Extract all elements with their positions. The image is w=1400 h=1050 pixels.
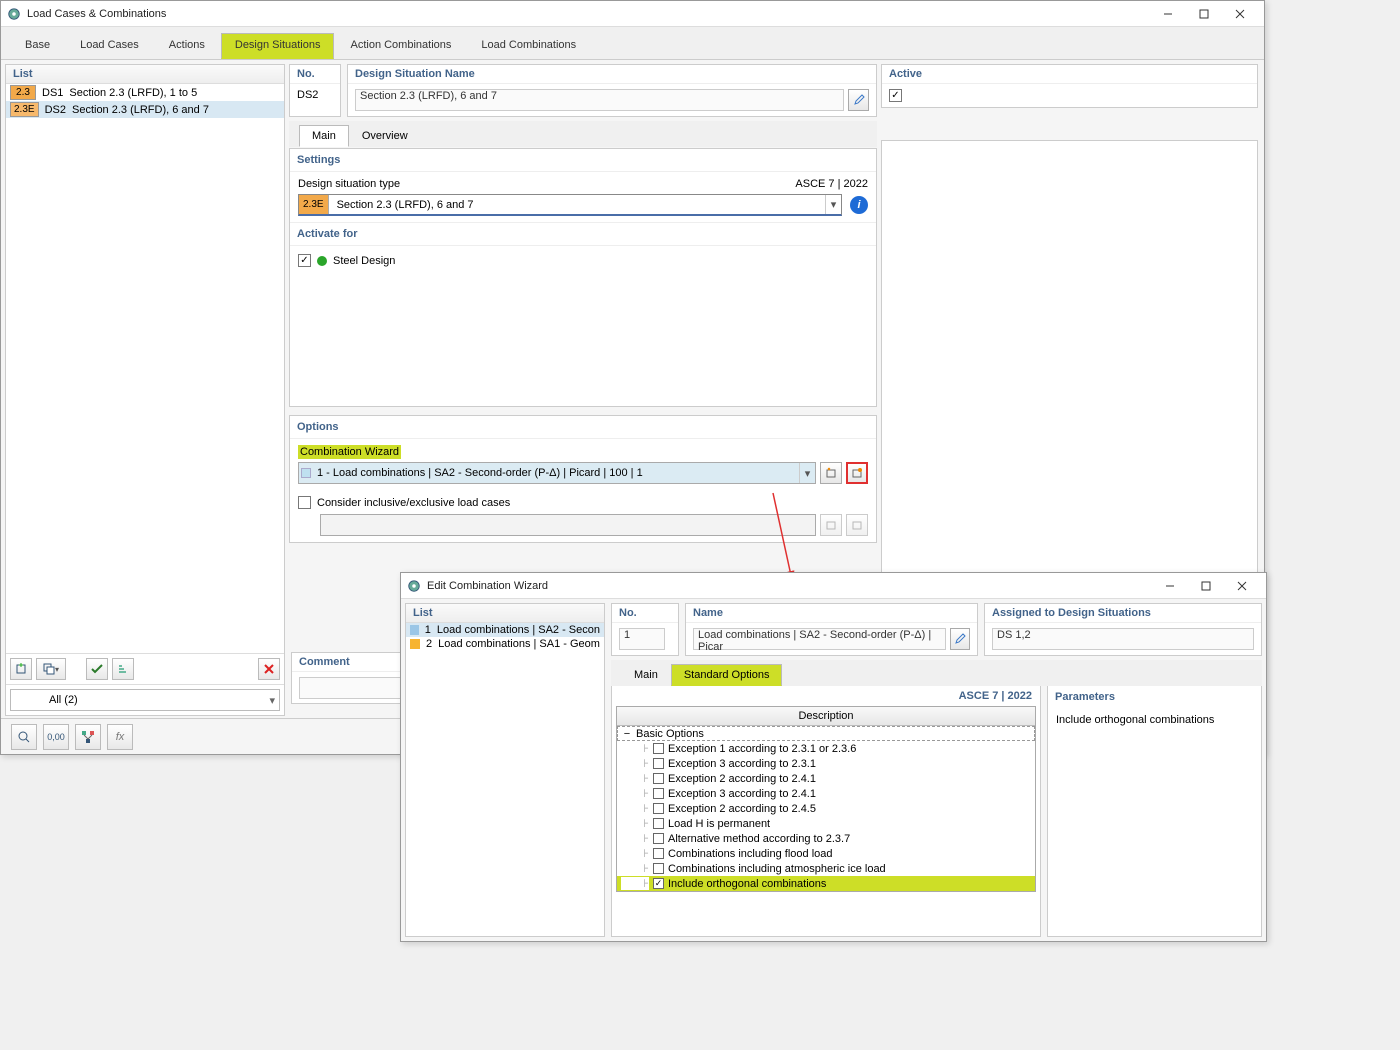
list-filter-combo[interactable]: All (2) ▾ bbox=[10, 689, 280, 711]
tree-item[interactable]: ⊦Exception 3 according to 2.4.1 bbox=[617, 786, 1035, 801]
close-button[interactable] bbox=[1222, 2, 1258, 26]
assigned-box: Assigned to Design Situations DS 1,2 bbox=[984, 603, 1262, 656]
maximize-button[interactable] bbox=[1188, 574, 1224, 598]
inclusive-dropdown[interactable] bbox=[320, 514, 816, 536]
list-panel: List 2.3 DS1 Section 2.3 (LRFD), 1 to 5 … bbox=[5, 64, 285, 716]
wizard-list-item-1[interactable]: 1 Load combinations | SA2 - Secon bbox=[406, 623, 604, 637]
list-item-ds2[interactable]: 2.3E DS2 Section 2.3 (LRFD), 6 and 7 bbox=[6, 101, 284, 118]
sort-button[interactable] bbox=[112, 658, 134, 680]
no-box: No. DS2 bbox=[289, 64, 341, 117]
edit-inclusive-button[interactable] bbox=[846, 514, 868, 536]
code-label: ASCE 7 | 2022 bbox=[795, 178, 868, 190]
tree-item[interactable]: ⊦Load H is permanent bbox=[617, 816, 1035, 831]
window-title: Edit Combination Wizard bbox=[427, 580, 1152, 592]
tree-item[interactable]: ⊦Combinations including atmospheric ice … bbox=[617, 861, 1035, 876]
edit-wizard-name-button[interactable] bbox=[950, 628, 970, 650]
active-box: Active ✓ bbox=[881, 64, 1258, 108]
delete-button[interactable] bbox=[258, 658, 280, 680]
new-item-button[interactable] bbox=[10, 658, 32, 680]
tab-action-combinations[interactable]: Action Combinations bbox=[336, 33, 465, 59]
minimize-button[interactable] bbox=[1150, 2, 1186, 26]
tab-base[interactable]: Base bbox=[11, 33, 64, 59]
color-swatch-icon bbox=[410, 639, 420, 649]
detail-tabs: Main Overview bbox=[289, 121, 877, 147]
description-header: Description bbox=[617, 707, 1035, 726]
app-icon bbox=[7, 7, 21, 21]
ds-type-dropdown[interactable]: 2.3E Section 2.3 (LRFD), 6 and 7 ▾ bbox=[298, 194, 842, 216]
check-button[interactable] bbox=[86, 658, 108, 680]
color-swatch-icon bbox=[410, 625, 419, 635]
list-header: List bbox=[6, 65, 284, 84]
edit-wizard-button[interactable] bbox=[846, 462, 868, 484]
steel-design-checkbox[interactable]: ✓ Steel Design bbox=[298, 252, 868, 269]
combination-wizard-label: Combination Wizard bbox=[298, 445, 401, 459]
tree-item[interactable]: ⊦Exception 3 according to 2.3.1 bbox=[617, 756, 1035, 771]
wizard-name-box: Name Load combinations | SA2 - Second-or… bbox=[685, 603, 978, 656]
search-button[interactable] bbox=[11, 724, 37, 750]
parameters-header: Parameters bbox=[1048, 686, 1261, 708]
combination-wizard-dropdown[interactable]: 1 - Load combinations | SA2 - Second-ord… bbox=[298, 462, 816, 484]
edit-name-button[interactable] bbox=[848, 89, 869, 111]
active-checkbox[interactable]: ✓ bbox=[889, 89, 902, 102]
assigned-input[interactable]: DS 1,2 bbox=[992, 628, 1254, 650]
titlebar[interactable]: Load Cases & Combinations bbox=[1, 1, 1264, 27]
list-item-ds1[interactable]: 2.3 DS1 Section 2.3 (LRFD), 1 to 5 bbox=[6, 84, 284, 101]
options-section: Options Combination Wizard 1 - Load comb… bbox=[289, 415, 877, 543]
main-tabs: Base Load Cases Actions Design Situation… bbox=[1, 27, 1264, 60]
wizard-no-input[interactable]: 1 bbox=[619, 628, 665, 650]
wizard-tab-standard-options[interactable]: Standard Options bbox=[671, 664, 783, 686]
tab-design-situations[interactable]: Design Situations bbox=[221, 33, 335, 59]
tree-item[interactable]: ⊦Combinations including flood load bbox=[617, 846, 1035, 861]
tree-item[interactable]: ⊦Exception 2 according to 2.4.5 bbox=[617, 801, 1035, 816]
no-value: DS2 bbox=[297, 89, 318, 101]
tab-actions[interactable]: Actions bbox=[155, 33, 219, 59]
green-dot-icon bbox=[317, 256, 327, 266]
app-icon bbox=[407, 579, 421, 593]
consider-inclusive-checkbox[interactable]: Consider inclusive/exclusive load cases bbox=[298, 494, 868, 511]
wizard-subtabs: Main Standard Options bbox=[611, 660, 1262, 686]
subtab-main[interactable]: Main bbox=[299, 125, 349, 147]
ds-name-box: Design Situation Name Section 2.3 (LRFD)… bbox=[347, 64, 877, 117]
tree-button[interactable] bbox=[75, 724, 101, 750]
ds-name-input[interactable]: Section 2.3 (LRFD), 6 and 7 bbox=[355, 89, 844, 111]
edit-wizard-window: Edit Combination Wizard List 1 Load comb… bbox=[400, 572, 1267, 942]
tab-load-combinations[interactable]: Load Combinations bbox=[467, 33, 590, 59]
close-button[interactable] bbox=[1224, 574, 1260, 598]
wizard-tab-main[interactable]: Main bbox=[621, 664, 671, 686]
titlebar[interactable]: Edit Combination Wizard bbox=[401, 573, 1266, 599]
parameters-value: Include orthogonal combinations bbox=[1048, 708, 1261, 732]
activate-for-header: Activate for bbox=[290, 222, 876, 246]
copy-item-button[interactable]: ▾ bbox=[36, 658, 66, 680]
wizard-list-item-2[interactable]: 2 Load combinations | SA1 - Geom bbox=[406, 637, 604, 651]
units-button[interactable]: 0,00 bbox=[43, 724, 69, 750]
wizard-list-panel: List 1 Load combinations | SA2 - Secon 2… bbox=[405, 603, 605, 937]
new-wizard-button[interactable] bbox=[820, 462, 842, 484]
wizard-no-box: No. 1 bbox=[611, 603, 679, 656]
code-label-2: ASCE 7 | 2022 bbox=[612, 686, 1040, 706]
settings-section: Settings Design situation type ASCE 7 | … bbox=[289, 148, 877, 407]
ds-type-label: Design situation type bbox=[298, 178, 400, 190]
subtab-overview[interactable]: Overview bbox=[349, 125, 421, 147]
new-inclusive-button[interactable] bbox=[820, 514, 842, 536]
tree-item[interactable]: ⊦Exception 2 according to 2.4.1 bbox=[617, 771, 1035, 786]
maximize-button[interactable] bbox=[1186, 2, 1222, 26]
minimize-button[interactable] bbox=[1152, 574, 1188, 598]
tree-item[interactable]: ⊦Alternative method according to 2.3.7 bbox=[617, 831, 1035, 846]
tree-item[interactable]: ⊦Exception 1 according to 2.3.1 or 2.3.6 bbox=[617, 741, 1035, 756]
function-button[interactable]: fx bbox=[107, 724, 133, 750]
info-icon[interactable]: i bbox=[850, 196, 868, 214]
window-title: Load Cases & Combinations bbox=[27, 8, 1150, 20]
tree-root-basic-options[interactable]: − Basic Options bbox=[617, 726, 1035, 741]
tree-item-orthogonal[interactable]: ⊦✓Include orthogonal combinations bbox=[617, 876, 1035, 891]
wizard-name-input[interactable]: Load combinations | SA2 - Second-order (… bbox=[693, 628, 946, 650]
tab-load-cases[interactable]: Load Cases bbox=[66, 33, 153, 59]
